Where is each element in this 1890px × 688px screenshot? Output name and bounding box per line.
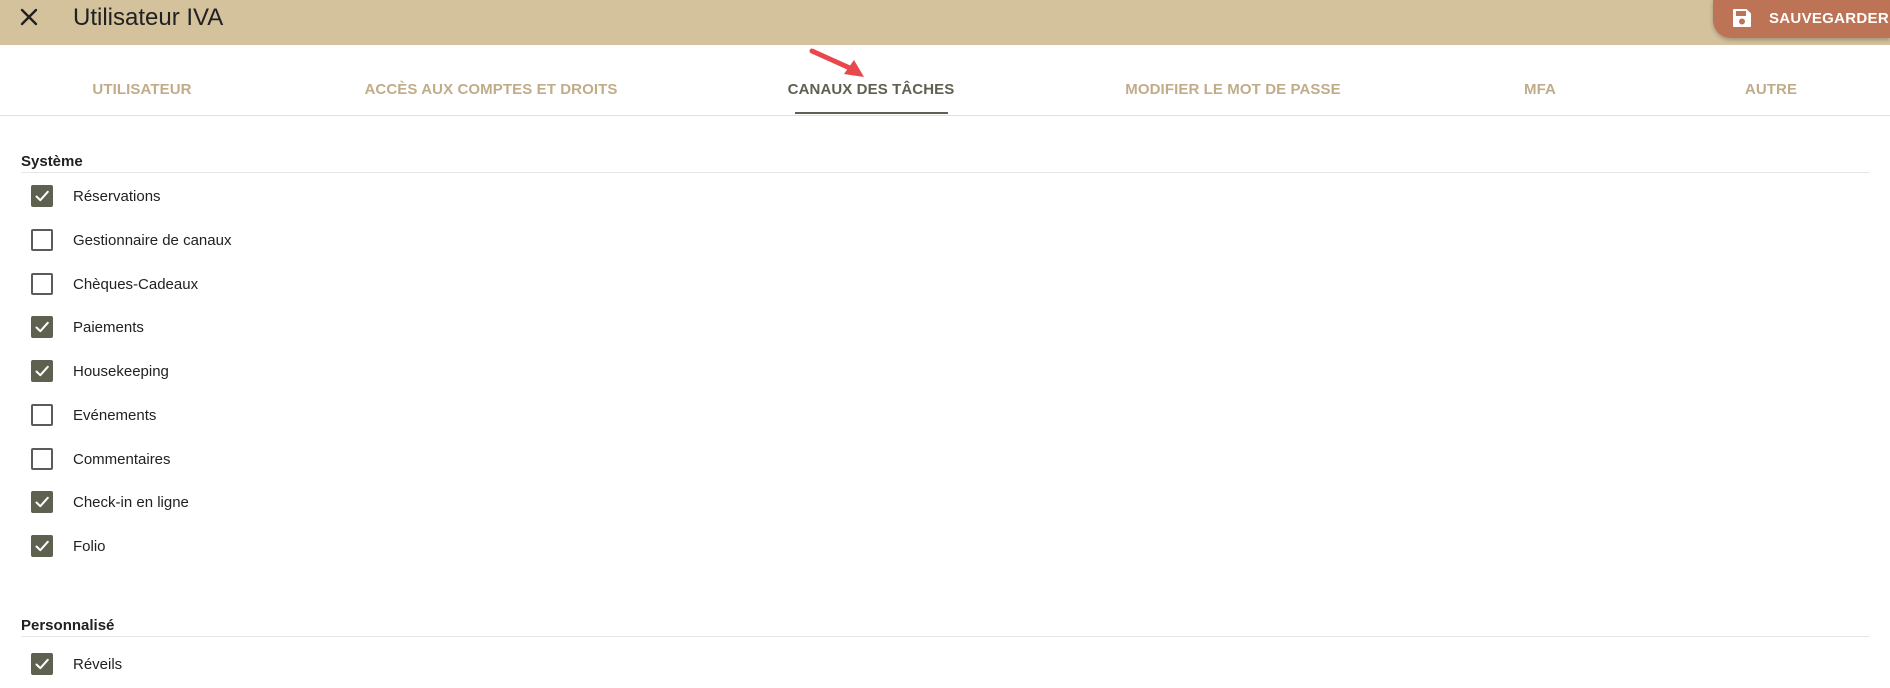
checkbox-label: Folio bbox=[73, 537, 106, 555]
checkbox-label: Paiements bbox=[73, 318, 144, 336]
check-icon bbox=[35, 365, 49, 377]
checkbox-row[interactable]: Gestionnaire de canaux bbox=[31, 227, 231, 253]
active-tab-indicator bbox=[795, 112, 948, 114]
checkbox-row[interactable]: Chèques-Cadeaux bbox=[31, 271, 198, 297]
check-icon bbox=[35, 658, 49, 670]
checkbox[interactable] bbox=[31, 653, 53, 675]
checkbox[interactable] bbox=[31, 360, 53, 382]
checkbox-label: Housekeeping bbox=[73, 362, 169, 380]
checkbox[interactable] bbox=[31, 491, 53, 513]
close-icon bbox=[20, 8, 38, 26]
checkbox-label: Commentaires bbox=[73, 450, 171, 468]
checkbox-label: Check-in en ligne bbox=[73, 493, 189, 511]
tab-mfa[interactable]: MFA bbox=[1524, 81, 1556, 98]
close-button[interactable] bbox=[16, 2, 42, 32]
section-divider bbox=[21, 172, 1870, 173]
checkbox-row[interactable]: Réservations bbox=[31, 183, 161, 209]
checkbox[interactable] bbox=[31, 316, 53, 338]
check-icon bbox=[35, 321, 49, 333]
check-icon bbox=[35, 540, 49, 552]
checkbox[interactable] bbox=[31, 535, 53, 557]
checkbox-label: Chèques-Cadeaux bbox=[73, 275, 199, 293]
tab-acces-comptes-droits[interactable]: ACCÈS AUX COMPTES ET DROITS bbox=[365, 81, 618, 98]
page-title: Utilisateur IVA bbox=[73, 4, 224, 31]
tab-modifier-mot-de-passe[interactable]: MODIFIER LE MOT DE PASSE bbox=[1125, 81, 1340, 98]
checkbox-row[interactable]: Réveils bbox=[31, 651, 122, 677]
checkbox-row[interactable]: Check-in en ligne bbox=[31, 489, 189, 515]
check-icon bbox=[35, 190, 49, 202]
checkbox-row[interactable]: Paiements bbox=[31, 314, 144, 340]
section-divider bbox=[21, 636, 1870, 637]
red-arrow-annotation bbox=[809, 48, 864, 77]
checkbox-label: Gestionnaire de canaux bbox=[73, 231, 232, 249]
checkbox-row[interactable]: Commentaires bbox=[31, 446, 171, 472]
app-header: Utilisateur IVA SAUVEGARDER bbox=[0, 0, 1890, 45]
check-icon bbox=[35, 496, 49, 508]
floppy-disk-icon bbox=[1733, 9, 1751, 27]
checkbox[interactable] bbox=[31, 229, 53, 251]
section-title: Personnalisé bbox=[21, 617, 115, 634]
section-title: Système bbox=[21, 153, 83, 170]
checkbox-label: Réservations bbox=[73, 187, 161, 205]
save-button-label: SAUVEGARDER bbox=[1769, 10, 1889, 27]
checkbox-row[interactable]: Folio bbox=[31, 533, 106, 559]
tab-utilisateur[interactable]: UTILISATEUR bbox=[92, 81, 191, 98]
checkbox-label: Réveils bbox=[73, 655, 123, 673]
checkbox-row[interactable]: Housekeeping bbox=[31, 358, 169, 384]
checkbox[interactable] bbox=[31, 185, 53, 207]
checkbox-row[interactable]: Evénements bbox=[31, 402, 156, 428]
tab-autre[interactable]: AUTRE bbox=[1745, 81, 1797, 98]
checkbox-label: Evénements bbox=[73, 406, 157, 424]
tab-canaux-des-taches[interactable]: CANAUX DES TÂCHES bbox=[788, 81, 955, 98]
save-button[interactable]: SAUVEGARDER bbox=[1713, 0, 1890, 38]
checkbox[interactable] bbox=[31, 404, 53, 426]
checkbox[interactable] bbox=[31, 448, 53, 470]
tab-bar: UTILISATEUR ACCÈS AUX COMPTES ET DROITS … bbox=[0, 45, 1890, 116]
checkbox[interactable] bbox=[31, 273, 53, 295]
